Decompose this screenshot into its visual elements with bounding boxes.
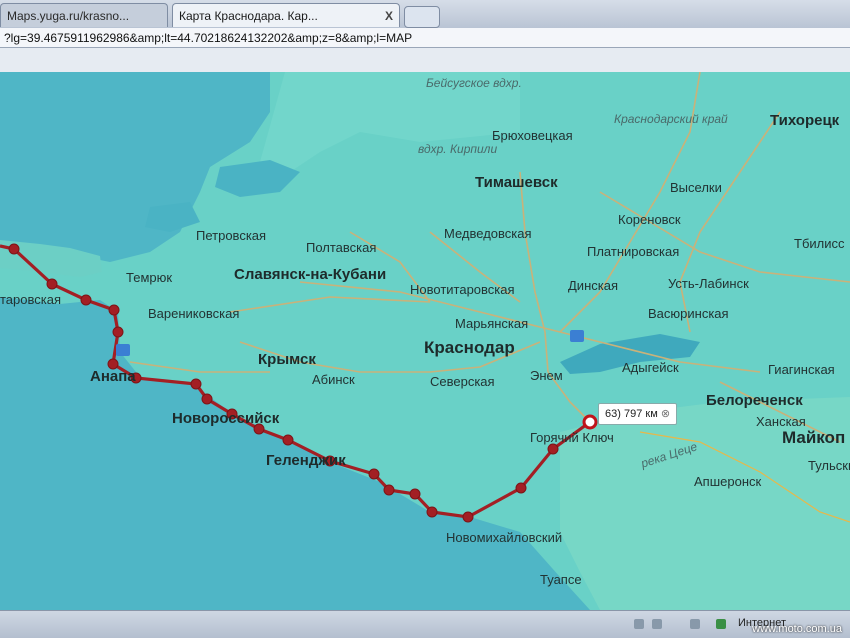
map-label-reservoir: вдхр. Кирпили	[418, 142, 498, 156]
route-end-marker	[582, 414, 598, 430]
map-view[interactable]: Бейсугское вдхр. Брюховецкая Краснодарск…	[0, 72, 850, 610]
route-point	[201, 393, 213, 405]
map-label-town: Медведовская	[444, 226, 532, 241]
route-point	[462, 511, 474, 523]
tab-label: Maps.yuga.ru/krasno...	[7, 9, 130, 23]
map-label-town: Горячий Ключ	[530, 430, 614, 445]
map-label-town: таровская	[0, 292, 62, 307]
browser-tab-bar: Maps.yuga.ru/krasno... Карта Краснодара.…	[0, 0, 850, 28]
route-distance-value: 797 км	[623, 408, 658, 420]
route-point	[108, 304, 120, 316]
map-label-town: Полтавская	[306, 240, 377, 255]
map-label-town: Туапсе	[540, 572, 582, 587]
tab-krasnodar-map[interactable]: Карта Краснодара. Кар... X	[172, 3, 400, 27]
status-bar: Интернет www.moto.com.ua	[0, 610, 850, 638]
new-tab-button[interactable]	[404, 6, 440, 28]
map-label-town: Брюховецкая	[492, 128, 573, 143]
route-point	[8, 243, 20, 255]
route-point	[409, 488, 421, 500]
status-icon	[690, 619, 700, 629]
map-label-town: Гиагинская	[768, 362, 835, 377]
address-bar[interactable]: ?lg=39.4675911962986&amp;lt=44.702186241…	[0, 28, 850, 48]
map-label-region: Краснодарский край	[614, 112, 728, 126]
status-icon	[652, 619, 662, 629]
page-header-strip	[0, 48, 850, 72]
map-label-town: Марьянская	[455, 316, 529, 331]
map-label-town: Апшеронск	[694, 474, 762, 489]
map-label-city: Белореченск	[706, 392, 803, 409]
map-label-town: Новомихайловский	[446, 530, 563, 545]
map-label-city: Анапа	[90, 368, 136, 385]
route-point	[383, 484, 395, 496]
route-point	[515, 482, 527, 494]
airport-icon	[570, 330, 584, 342]
map-label-town: Кореновск	[618, 212, 681, 227]
map-label-town: Энем	[530, 368, 563, 383]
map-label-city: Новороссийск	[172, 410, 280, 427]
airport-icon	[116, 344, 130, 356]
map-label-town: Усть-Лабинск	[668, 276, 749, 291]
route-point	[547, 443, 559, 455]
map-label-town: Васюринская	[648, 306, 729, 321]
address-text: ?lg=39.4675911962986&amp;lt=44.702186241…	[4, 31, 413, 45]
map-label-town: Петровская	[196, 228, 267, 243]
map-label-city: Тихорецк	[770, 112, 840, 129]
route-point	[426, 506, 438, 518]
route-point	[282, 434, 294, 446]
map-label-city: Крымск	[258, 351, 316, 368]
map-label-city: Славянск-на-Кубани	[234, 266, 387, 283]
map-label-town: Абинск	[312, 372, 355, 387]
globe-icon	[716, 619, 726, 629]
map-label-town: Ханская	[756, 414, 806, 429]
route-point	[190, 378, 202, 390]
tab-label: Карта Краснодара. Кар...	[179, 9, 318, 23]
map-label-city: Тимашевск	[475, 174, 558, 191]
route-point	[80, 294, 92, 306]
route-distance-tooltip[interactable]: 63) 797 км ⊗	[598, 403, 678, 425]
route-point-index: 63)	[605, 408, 621, 420]
map-label-town: Тбилисс	[794, 236, 845, 251]
map-label-town: Адыгейск	[622, 360, 679, 375]
close-tab-icon[interactable]: X	[385, 4, 393, 27]
map-label-town: Северская	[430, 374, 495, 389]
route-point	[112, 326, 124, 338]
route-point	[46, 278, 58, 290]
map-label-city: Краснодар	[424, 338, 515, 357]
route-point	[368, 468, 380, 480]
map-label-town: Варениковская	[148, 306, 240, 321]
map-label-town: Динская	[568, 278, 618, 293]
map-label-town: Новотитаровская	[410, 282, 515, 297]
watermark: www.moto.com.ua	[752, 623, 842, 635]
map-label-city: Майкоп	[782, 428, 846, 447]
map-label-town: Тульский	[808, 458, 850, 473]
map-label-city: Геленджик	[266, 452, 346, 469]
map-label-town: Выселки	[670, 180, 722, 195]
map-label-reservoir: Бейсугское вдхр.	[426, 76, 522, 90]
map-label-town: Платнировская	[587, 244, 680, 259]
status-icon	[634, 619, 644, 629]
close-icon[interactable]: ⊗	[661, 408, 670, 420]
tab-maps-yuga[interactable]: Maps.yuga.ru/krasno...	[0, 3, 168, 27]
map-label-town: Темрюк	[126, 270, 173, 285]
